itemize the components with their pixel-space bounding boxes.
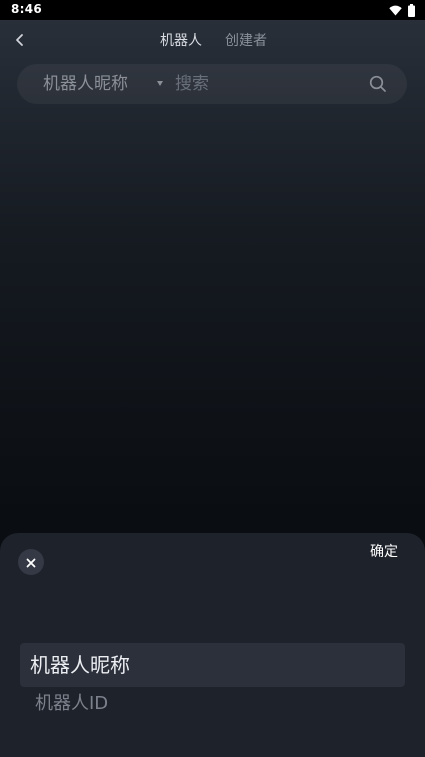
battery-icon (408, 3, 415, 17)
header: 机器人 创建者 (0, 20, 425, 62)
chevron-left-icon (14, 32, 26, 51)
status-bar: 8:46 (0, 0, 425, 20)
search-icon[interactable] (369, 75, 387, 93)
option-label: 机器人昵称 (30, 653, 130, 677)
confirm-button[interactable]: 确定 (370, 543, 398, 561)
search-bar: 机器人昵称 (17, 64, 407, 104)
status-time: 8:46 (11, 2, 43, 16)
option-robot-nickname[interactable]: 机器人昵称 (20, 643, 405, 687)
close-icon (26, 553, 36, 572)
search-type-sheet: 确定 机器人昵称 机器人ID (0, 533, 425, 757)
close-button[interactable] (18, 549, 44, 575)
back-button[interactable] (8, 29, 32, 53)
tab-robot[interactable]: 机器人 (160, 32, 202, 50)
wifi-icon (389, 5, 402, 16)
search-input[interactable] (175, 72, 365, 96)
status-icons (389, 3, 415, 17)
app-screen: 8:46 机器人 创建者 机器人昵称 搜索 确定 机器人昵称 机器人ID (0, 0, 425, 757)
caret-down-icon[interactable] (157, 81, 163, 86)
option-label: 机器人ID (35, 693, 109, 714)
option-robot-id[interactable]: 机器人ID (20, 687, 405, 731)
tab-creator[interactable]: 创建者 (225, 32, 267, 50)
search-type-selector[interactable]: 机器人昵称 (43, 74, 128, 94)
